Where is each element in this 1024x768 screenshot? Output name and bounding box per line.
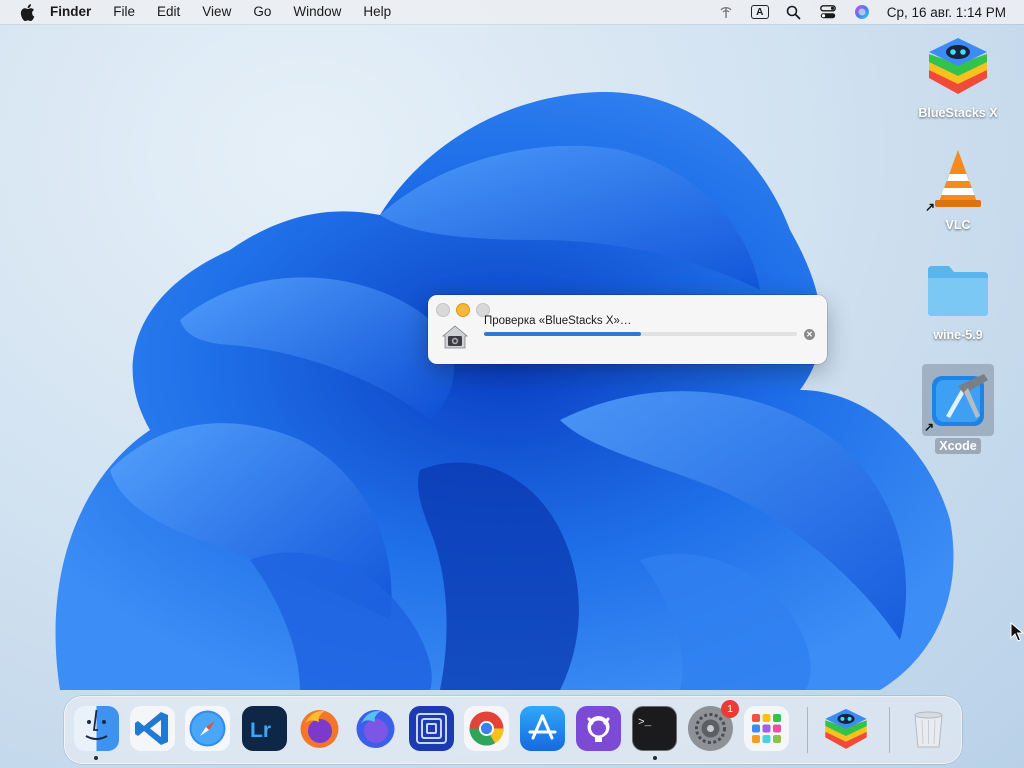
menu-window[interactable]: Window: [282, 0, 352, 24]
menu-view[interactable]: View: [191, 0, 242, 24]
spotlight-search-icon[interactable]: [783, 0, 805, 24]
cancel-icon[interactable]: ✕: [804, 329, 815, 340]
dock: Lr >_ 1: [64, 696, 962, 764]
xcode-label: Xcode: [935, 438, 981, 454]
dock-separator: [889, 707, 890, 753]
menu-clock[interactable]: Ср, 16 авг. 1:14 PM: [887, 5, 1006, 20]
menu-app-name[interactable]: Finder: [50, 0, 102, 24]
gatekeeper-icon: [441, 323, 469, 351]
mouse-cursor: [1010, 622, 1024, 642]
dock-terminal-running-indicator: [653, 756, 657, 760]
keyboard-input-icon[interactable]: A: [749, 0, 771, 24]
minimize-button[interactable]: [456, 303, 470, 317]
vlc-label: VLC: [945, 218, 971, 232]
alias-arrow-icon: ↗: [925, 200, 936, 214]
desktop-icon-bluestacks[interactable]: BlueStacks X: [913, 34, 1003, 120]
verification-dialog: Проверка «BlueStacks X»… ✕: [428, 295, 827, 364]
xcode-icon: ↗: [922, 364, 994, 436]
svg-text:>_: >_: [638, 717, 652, 729]
desktop-icon-vlc[interactable]: ↗ VLC: [913, 146, 1003, 232]
menu-file[interactable]: File: [102, 0, 146, 24]
menu-edit[interactable]: Edit: [146, 0, 191, 24]
menu-help[interactable]: Help: [352, 0, 402, 24]
dock-firefox-icon[interactable]: [297, 706, 342, 751]
menu-go[interactable]: Go: [242, 0, 282, 24]
dock-firefox-developer-icon[interactable]: [353, 706, 398, 751]
dock-terminal-icon[interactable]: >_: [632, 706, 677, 751]
dock-lightroom-icon[interactable]: Lr: [242, 706, 287, 751]
folder-icon: [923, 256, 993, 326]
dock-scrivano-icon[interactable]: [409, 706, 454, 751]
close-button[interactable]: [436, 303, 450, 317]
airdrop-status-icon[interactable]: [715, 0, 737, 24]
control-center-icon[interactable]: [817, 0, 839, 24]
dock-chrome-icon[interactable]: [464, 706, 509, 751]
menu-bar: Finder File Edit View Go Window Help A С…: [0, 0, 1024, 24]
alias-arrow-icon: ↗: [924, 420, 935, 434]
dock-system-preferences-icon[interactable]: 1: [688, 700, 739, 751]
dock-vscode-icon[interactable]: [130, 706, 175, 751]
dock-finder-running-indicator: [94, 756, 98, 760]
bluestacks-label: BlueStacks X: [918, 106, 998, 120]
desktop-icon-wine-folder[interactable]: wine-5.9: [913, 256, 1003, 342]
dock-app-store-icon[interactable]: [520, 706, 565, 751]
progress-bar-fill: [484, 332, 641, 336]
progress-bar: [484, 332, 797, 336]
dock-launchpad-icon[interactable]: [744, 706, 789, 751]
desktop-icon-xcode[interactable]: ↗ Xcode: [913, 364, 1003, 455]
desktop[interactable]: Finder File Edit View Go Window Help A С…: [0, 0, 1024, 768]
keyboard-layout-label: A: [750, 5, 769, 19]
dock-safari-icon[interactable]: [185, 706, 230, 751]
wine-folder-label: wine-5.9: [933, 328, 983, 342]
apple-menu-icon[interactable]: [18, 0, 36, 24]
dock-github-desktop-icon[interactable]: [576, 706, 621, 751]
wallpaper-bloom: [55, 91, 954, 691]
dock-finder-icon[interactable]: [74, 706, 119, 751]
bluestacks-icon: [923, 34, 993, 104]
vlc-icon: ↗: [923, 146, 993, 216]
notification-badge: 1: [721, 700, 739, 718]
svg-text:Lr: Lr: [250, 719, 271, 742]
dock-bluestacks-icon[interactable]: [821, 706, 867, 751]
dialog-message: Проверка «BlueStacks X»…: [484, 315, 632, 327]
dock-separator: [807, 707, 808, 753]
siri-icon[interactable]: [851, 0, 873, 24]
dock-trash-icon[interactable]: [906, 706, 951, 751]
